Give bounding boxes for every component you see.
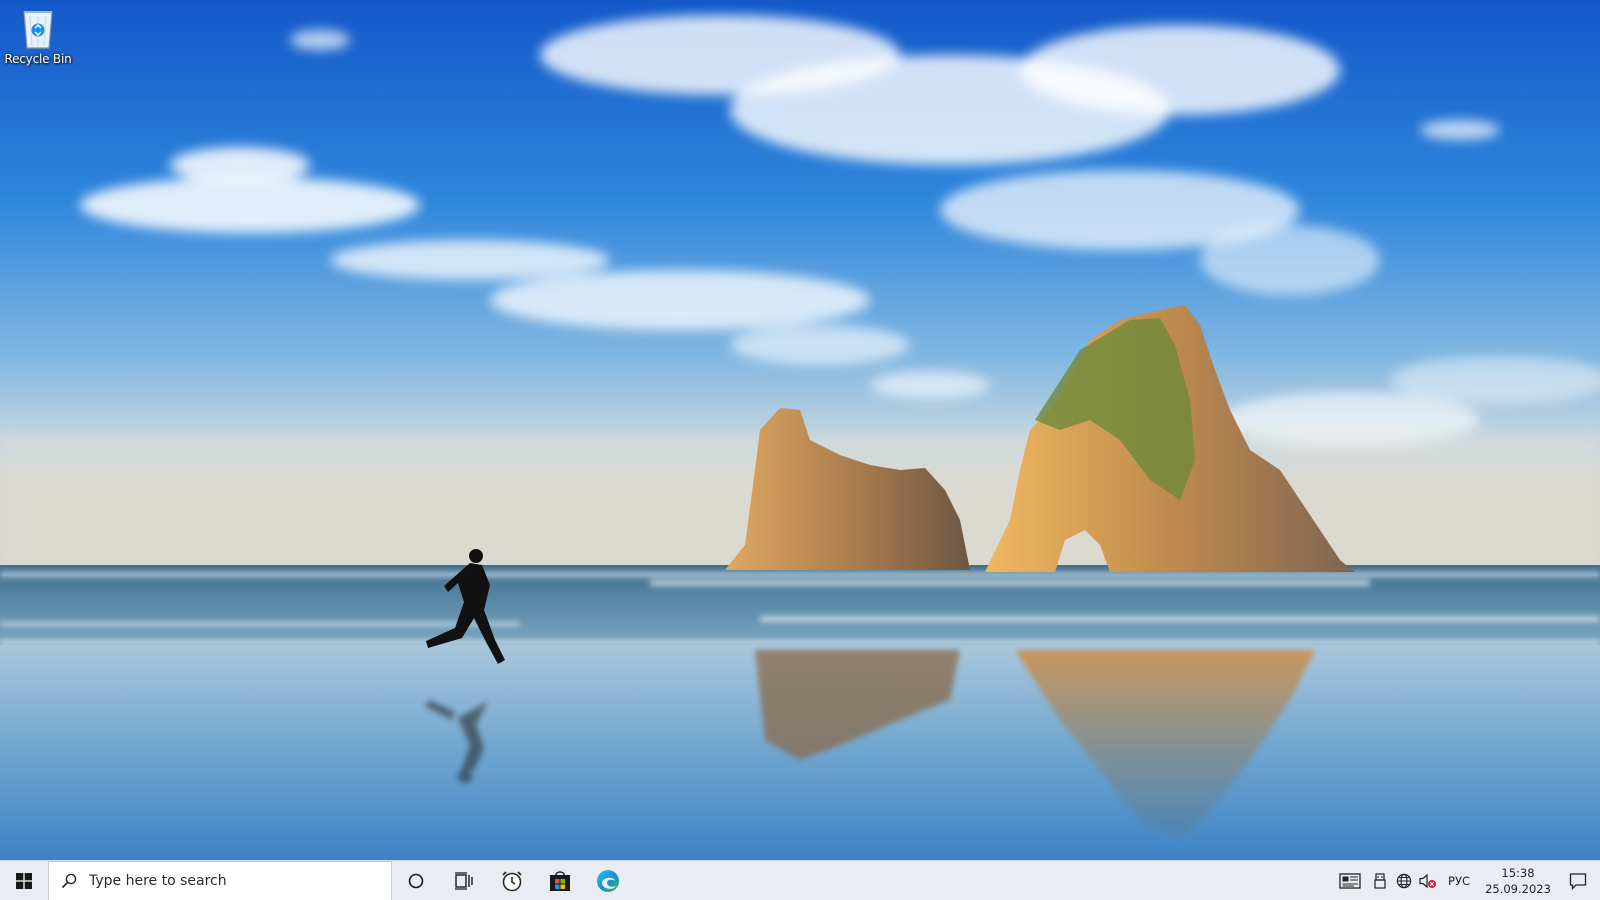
microsoft-store-app-button[interactable] [536,861,584,900]
clock-time: 15:38 [1501,865,1535,880]
system-tray: РУС 15:38 25.09.2023 [1332,861,1600,900]
alarms-clock-icon [502,870,522,891]
task-view-button[interactable] [440,861,488,900]
cortana-icon [408,873,424,888]
network-tray-button[interactable] [1392,861,1416,900]
microsoft-store-icon [550,870,570,891]
desktop[interactable]: Recycle Bin [0,0,1600,860]
search-placeholder: Type here to search [89,872,227,889]
alarms-clock-app-button[interactable] [488,861,536,900]
task-view-icon [455,871,473,890]
desktop-icon-label: Recycle Bin [4,52,72,66]
desktop-icon-recycle-bin[interactable]: Recycle Bin [4,6,72,78]
action-center-button[interactable] [1556,861,1600,900]
usb-device-icon [1374,872,1386,889]
network-globe-icon [1396,873,1412,888]
news-widget-icon [1339,872,1361,889]
recycle-bin-icon [23,11,53,49]
search-box[interactable]: Type here to search [48,860,392,900]
taskbar-clock[interactable]: 15:38 25.09.2023 [1480,865,1556,897]
clock-date: 25.09.2023 [1485,881,1551,896]
news-widget-button[interactable] [1332,861,1368,900]
windows-logo-icon [16,872,32,889]
start-button[interactable] [0,861,48,900]
wallpaper-beach-rocks [0,0,1600,860]
action-center-icon [1569,872,1587,890]
edge-icon [597,869,619,892]
taskbar: Type here to search РУС 15:38 25.09.2023 [0,860,1600,900]
search-icon [61,873,77,888]
usb-device-tray-button[interactable] [1368,861,1392,900]
cortana-button[interactable] [392,861,440,900]
input-language-indicator[interactable]: РУС [1440,874,1480,888]
edge-app-button[interactable] [584,861,632,900]
volume-tray-button[interactable] [1416,861,1440,900]
volume-muted-icon [1419,873,1437,888]
